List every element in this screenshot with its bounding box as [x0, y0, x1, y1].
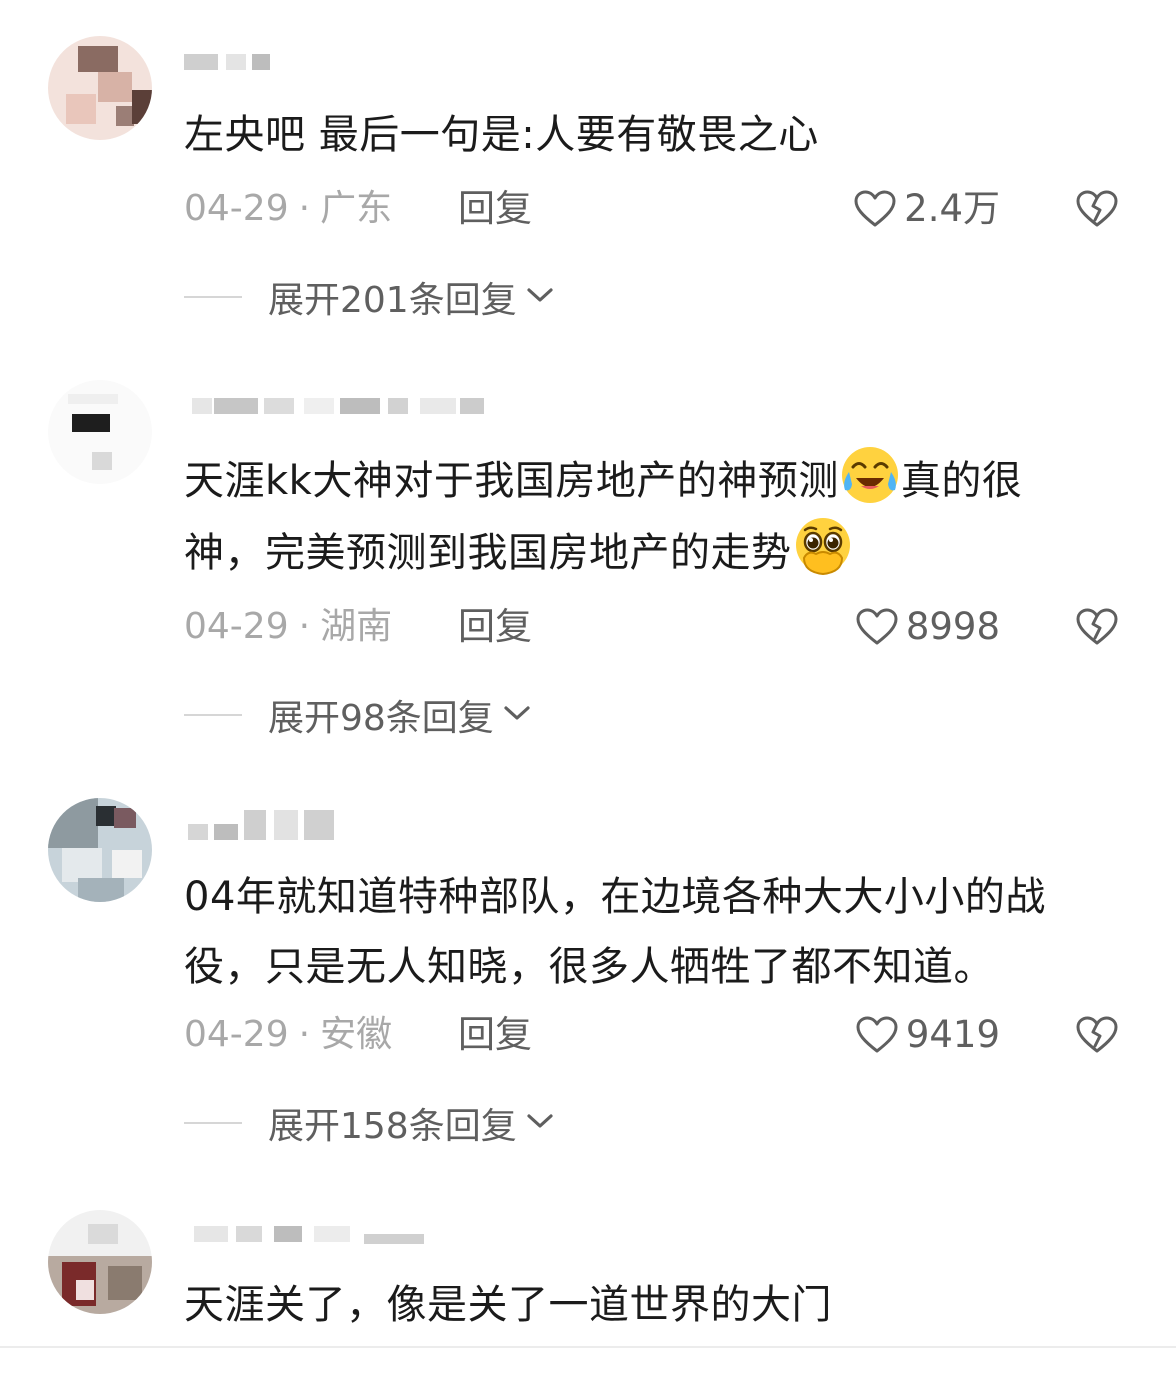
comment-text: 左央吧 最后一句是:人要有敬畏之心 — [184, 112, 819, 158]
dislike-button[interactable] — [1076, 602, 1118, 652]
heart-outline-icon — [856, 1016, 898, 1054]
username-blurred[interactable] — [184, 392, 494, 422]
chevron-down-icon — [525, 1111, 555, 1135]
heart-outline-icon — [854, 190, 896, 228]
meta-separator: · — [298, 188, 311, 229]
username-blurred[interactable] — [184, 1220, 444, 1250]
like-button[interactable]: 8998 — [856, 602, 1000, 652]
comment-meta: 04-29 · 广东 回复 — [184, 184, 684, 234]
like-count: 8998 — [905, 605, 1000, 648]
comment-text-part-2: 真的很 — [900, 458, 1023, 504]
avatar[interactable] — [48, 36, 152, 140]
like-button[interactable]: 2.4万 — [854, 184, 1000, 234]
comment-text: 04年就知道特种部队，在边境各种大大小小的战役，只是无人知晓，很多人牺牲了都不知… — [184, 874, 1046, 990]
username-blurred[interactable] — [184, 48, 304, 78]
avatar[interactable] — [48, 380, 152, 484]
broken-heart-icon — [1076, 190, 1118, 228]
like-count: 9419 — [905, 1013, 1000, 1056]
expand-replies-button[interactable]: 展开201条回复 — [184, 272, 555, 322]
expand-replies-label: 展开98条回复 — [268, 698, 494, 739]
comment-location: 安徽 — [320, 1014, 393, 1055]
reply-button[interactable]: 回复 — [458, 602, 532, 652]
expand-divider — [184, 296, 242, 298]
comment-text-part-1: 天涯kk大神对于我国房地产的神预测 — [184, 458, 839, 504]
reply-button[interactable]: 回复 — [458, 1010, 532, 1060]
expand-replies-button[interactable]: 展开98条回复 — [184, 690, 532, 740]
meta-separator: · — [298, 606, 311, 647]
expand-replies-button[interactable]: 展开158条回复 — [184, 1098, 555, 1148]
comment-location: 广东 — [320, 188, 393, 229]
bottom-divider — [0, 1346, 1176, 1348]
comment-location: 湖南 — [320, 606, 393, 647]
dislike-button[interactable] — [1076, 184, 1118, 234]
chevron-down-icon — [525, 285, 555, 309]
comment-text: 天涯kk大神对于我国房地产的神预测 真的很神，完美预测到我国房地产的走势 — [184, 444, 1124, 588]
expand-divider — [184, 1122, 242, 1124]
comment-text: 天涯关了，像是关了一道世界的大门 — [184, 1282, 832, 1328]
broken-heart-icon — [1076, 1016, 1118, 1054]
comment-meta: 04-29 · 安徽 回复 — [184, 1010, 684, 1060]
chevron-down-icon — [502, 703, 532, 727]
broken-heart-icon — [1076, 608, 1118, 646]
comment-date: 04-29 — [184, 1014, 289, 1055]
heart-outline-icon — [856, 608, 898, 646]
expand-divider — [184, 714, 242, 716]
like-button[interactable]: 9419 — [856, 1010, 1000, 1060]
meta-separator: · — [298, 1014, 311, 1055]
comment-date: 04-29 — [184, 606, 289, 647]
reply-button[interactable]: 回复 — [458, 184, 532, 234]
avatar[interactable] — [48, 798, 152, 902]
pleading-hand-over-mouth-emoji — [792, 516, 854, 578]
comment-text-part-3: 神，完美预测到我国房地产的走势 — [184, 530, 792, 576]
expand-replies-label: 展开158条回复 — [268, 1106, 517, 1147]
comment-meta: 04-29 · 湖南 回复 — [184, 602, 684, 652]
dislike-button[interactable] — [1076, 1010, 1118, 1060]
like-count: 2.4万 — [904, 187, 1000, 230]
comment-date: 04-29 — [184, 188, 289, 229]
crying-laughing-emoji — [839, 444, 901, 506]
avatar[interactable] — [48, 1210, 152, 1314]
expand-replies-label: 展开201条回复 — [268, 280, 517, 321]
username-blurred[interactable] — [184, 806, 354, 840]
